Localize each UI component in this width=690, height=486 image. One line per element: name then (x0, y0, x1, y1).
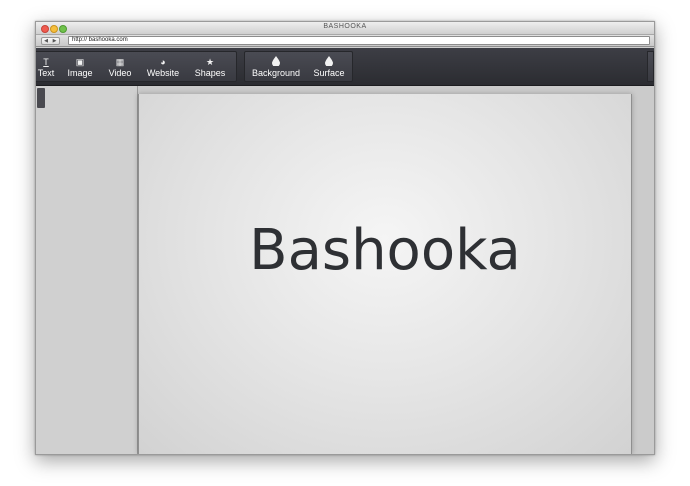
shapes-tool-label: Shapes (194, 68, 226, 78)
address-bar: ◀ ▶ http:// bashooka.com (36, 35, 654, 47)
title-bar: BASHOOKA (36, 22, 654, 35)
window-title: BASHOOKA (323, 23, 367, 30)
image-icon: ▣ (75, 57, 85, 67)
background-tool-button[interactable]: Background (250, 56, 302, 80)
globe-icon: ◕ (160, 57, 166, 67)
image-tool-button[interactable]: ▣ Image (64, 56, 96, 80)
text-tool-button[interactable]: T Text (36, 56, 58, 80)
website-tool-label: Website (146, 68, 180, 78)
insert-toolbar-group: T Text ▣ Image ▦ Video ◕ Website ★ Shape… (36, 51, 237, 82)
scroll-handle[interactable] (37, 88, 45, 108)
url-input[interactable]: http:// bashooka.com (68, 36, 650, 45)
style-toolbar-group: Background Surface (244, 51, 353, 82)
toolbar-right-handle[interactable] (647, 51, 654, 82)
canvas-headline-text[interactable]: Bashooka (139, 218, 631, 283)
video-tool-button[interactable]: ▦ Video (105, 56, 135, 80)
triangle-left-icon: ◀ (44, 38, 48, 44)
star-icon: ★ (205, 57, 215, 67)
slide-canvas[interactable]: Bashooka (138, 94, 632, 454)
film-icon: ▦ (115, 57, 125, 67)
forward-button[interactable]: ▶ (50, 37, 60, 45)
surface-tool-button[interactable]: Surface (311, 56, 347, 80)
background-tool-label: Background (251, 68, 301, 78)
triangle-right-icon: ▶ (52, 38, 57, 44)
editor-workspace: Bashooka (36, 86, 654, 454)
image-tool-label: Image (67, 68, 93, 78)
editor-toolbar: T Text ▣ Image ▦ Video ◕ Website ★ Shape… (36, 48, 654, 86)
drop-icon (250, 56, 302, 68)
text-icon: T (43, 57, 49, 67)
drop-icon (311, 56, 347, 68)
shapes-tool-button[interactable]: ★ Shapes (192, 56, 228, 80)
text-tool-label: Text (37, 68, 55, 78)
browser-window: BASHOOKA ◀ ▶ http:// bashooka.com T Text… (35, 21, 655, 455)
left-panel (36, 86, 138, 454)
surface-tool-label: Surface (313, 68, 345, 78)
video-tool-label: Video (108, 68, 132, 78)
website-tool-button[interactable]: ◕ Website (143, 56, 183, 80)
